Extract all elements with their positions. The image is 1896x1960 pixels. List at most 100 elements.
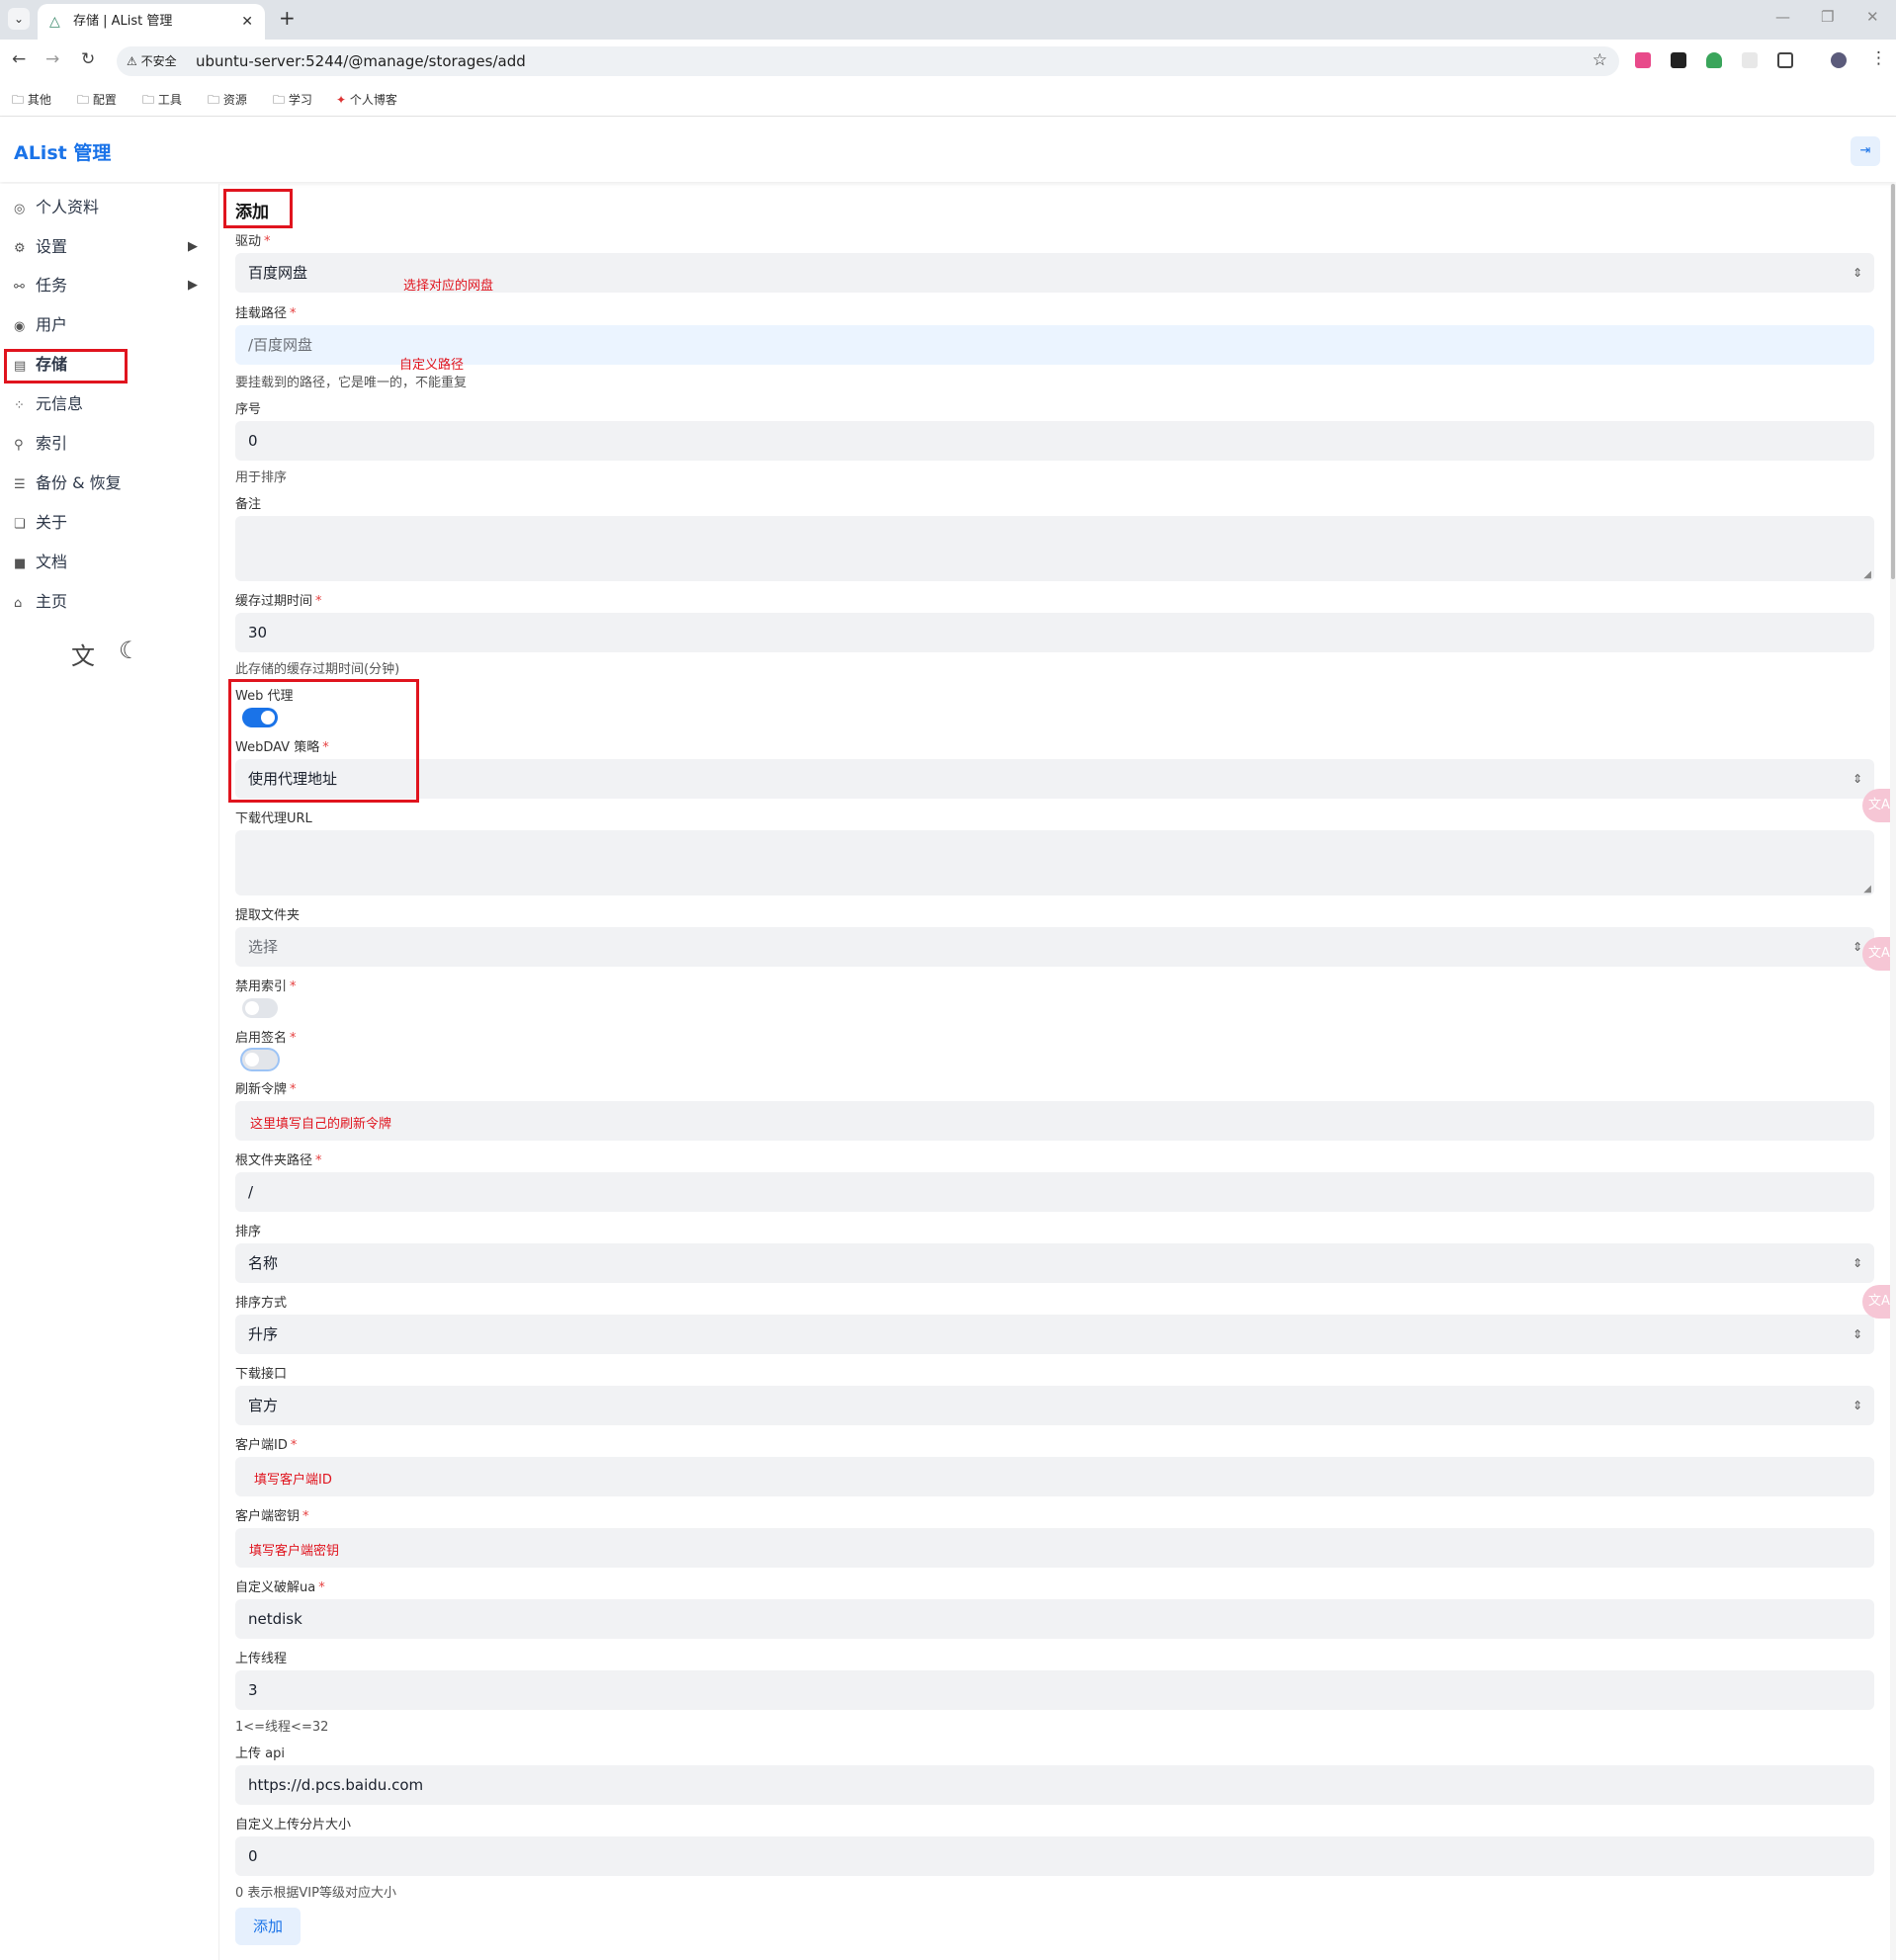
extension-icon[interactable] xyxy=(1635,52,1651,68)
close-window-icon[interactable]: ✕ xyxy=(1866,8,1879,26)
client-secret-input[interactable] xyxy=(235,1528,1874,1568)
download-api-select[interactable]: 官方 ⇕ xyxy=(235,1386,1874,1425)
order-by-select[interactable]: 名称 ⇕ xyxy=(235,1243,1874,1283)
upload-thread-input[interactable]: 3 xyxy=(235,1670,1874,1710)
resize-grip-icon[interactable]: ◢ xyxy=(1863,884,1871,895)
remark-textarea[interactable]: ◢ xyxy=(235,516,1874,581)
cache-expiration-label: 缓存过期时间 * xyxy=(235,594,322,609)
close-tab-icon[interactable]: ✕ xyxy=(241,4,253,40)
annotation-box xyxy=(228,679,419,803)
tab-search-dropdown[interactable]: ⌄ xyxy=(8,8,30,30)
mount-path-label: 挂载路径 * xyxy=(235,306,297,321)
profile-avatar[interactable] xyxy=(1831,52,1847,68)
tab-title: 存储 | AList 管理 xyxy=(73,14,173,29)
user-icon: ◉ xyxy=(14,319,26,334)
extension-icon[interactable] xyxy=(1742,52,1758,68)
sidebar-item-about[interactable]: ❏ 关于 xyxy=(14,508,67,538)
cache-expiration-help: 此存储的缓存过期时间(分钟) xyxy=(235,662,400,677)
client-secret-label: 客户端密钥 * xyxy=(235,1509,309,1524)
sidebar-item-profile[interactable]: ◎ 个人资料 xyxy=(14,193,99,222)
back-icon[interactable]: ← xyxy=(12,49,26,69)
bookmark-folder[interactable]: 🗀 资源 xyxy=(208,91,247,112)
sidebar-item-index[interactable]: ⚲ 索引 xyxy=(14,429,67,459)
reload-icon[interactable]: ↻ xyxy=(81,49,95,69)
alist-favicon-icon: △ xyxy=(49,14,60,30)
refresh-token-input[interactable] xyxy=(235,1101,1874,1141)
mount-path-input[interactable]: /百度网盘 xyxy=(235,325,1874,365)
meta-icon: ⁘ xyxy=(14,398,25,413)
page-scrollbar[interactable] xyxy=(1890,184,1896,1960)
add-button[interactable]: 添加 xyxy=(235,1908,301,1945)
dark-mode-moon-icon[interactable]: ☾ xyxy=(119,637,140,664)
sidebar-item-docs[interactable]: ■ 文档 xyxy=(14,548,67,577)
custom-chunk-size-input[interactable]: 0 xyxy=(235,1836,1874,1876)
sidebar-item-users[interactable]: ◉ 用户 xyxy=(14,310,67,340)
scrollbar-thumb[interactable] xyxy=(1891,184,1895,579)
download-proxy-url-textarea[interactable]: ◢ xyxy=(235,830,1874,895)
bookmark-blog[interactable]: ✦ 个人博客 xyxy=(336,91,397,108)
sidebar-item-home[interactable]: ⌂ 主页 xyxy=(14,587,67,617)
forward-icon[interactable]: → xyxy=(45,49,59,69)
annotation-text: 这里填写自己的刷新令牌 xyxy=(250,1117,392,1132)
search-icon: ⚲ xyxy=(14,438,24,453)
not-secure-badge[interactable]: ⚠ 不安全 xyxy=(127,52,177,69)
annotation-text: 自定义路径 xyxy=(399,358,465,373)
bookmark-folder[interactable]: 🗀 工具 xyxy=(142,91,182,112)
custom-ua-input[interactable]: netdisk xyxy=(235,1599,1874,1639)
extract-folder-select[interactable]: 选择 ⇕ xyxy=(235,927,1874,967)
book-icon: ■ xyxy=(14,556,27,571)
expand-arrow-icon: ▶ xyxy=(188,239,198,254)
remark-label: 备注 xyxy=(235,497,262,512)
upload-thread-help: 1<=线程<=32 xyxy=(235,1720,329,1735)
extensions-puzzle-icon[interactable] xyxy=(1777,52,1793,68)
tasks-icon: ⚯ xyxy=(14,280,25,295)
annotation-text: 选择对应的网盘 xyxy=(403,279,494,294)
menu-kebab-icon[interactable]: ⋮ xyxy=(1870,48,1887,68)
disable-index-toggle[interactable] xyxy=(242,998,278,1018)
minimize-icon[interactable]: — xyxy=(1775,8,1790,26)
extract-folder-label: 提取文件夹 xyxy=(235,908,301,923)
order-direction-label: 排序方式 xyxy=(235,1296,288,1311)
select-chevron-icon: ⇕ xyxy=(1852,772,1862,786)
upload-api-label: 上传 api xyxy=(235,1747,285,1761)
sidebar-item-tasks[interactable]: ⚯ 任务 ▶ xyxy=(14,271,198,300)
client-id-input[interactable] xyxy=(235,1457,1874,1496)
upload-thread-label: 上传线程 xyxy=(235,1652,288,1666)
sidebar-item-meta[interactable]: ⁘ 元信息 xyxy=(14,389,83,419)
bookmark-folder[interactable]: 🗀 其他 xyxy=(12,91,51,112)
cache-expiration-input[interactable]: 30 xyxy=(235,613,1874,652)
sidebar-item-settings[interactable]: ⚙ 设置 ▶ xyxy=(14,232,198,262)
enable-sign-label: 启用签名 * xyxy=(235,1031,297,1046)
shield-extension-icon[interactable] xyxy=(1706,52,1722,68)
order-direction-select[interactable]: 升序 ⇕ xyxy=(235,1315,1874,1354)
bookmark-folder[interactable]: 🗀 配置 xyxy=(77,91,117,112)
custom-ua-label: 自定义破解ua * xyxy=(235,1580,325,1595)
new-tab-button[interactable]: + xyxy=(279,6,296,30)
extension-icon[interactable] xyxy=(1671,52,1686,68)
restore-icon[interactable]: ❐ xyxy=(1821,8,1834,26)
language-icon[interactable]: 文 xyxy=(71,637,95,671)
upload-api-input[interactable]: https://d.pcs.baidu.com xyxy=(235,1765,1874,1805)
custom-chunk-size-label: 自定义上传分片大小 xyxy=(235,1818,352,1832)
root-folder-path-input[interactable]: / xyxy=(235,1172,1874,1212)
browser-tab[interactable]: △ 存储 | AList 管理 ✕ xyxy=(38,4,265,40)
fingerprint-icon: ◎ xyxy=(14,202,26,216)
copy-icon: ❏ xyxy=(14,517,26,532)
enable-sign-toggle[interactable] xyxy=(242,1050,278,1069)
client-id-label: 客户端ID * xyxy=(235,1438,298,1453)
order-help: 用于排序 xyxy=(235,470,288,485)
app-brand[interactable]: AList 管理 xyxy=(14,138,111,165)
select-chevron-icon: ⇕ xyxy=(1852,940,1862,954)
logout-button[interactable]: ⇥ xyxy=(1851,136,1880,166)
url-text[interactable]: ubuntu-server:5244/@manage/storages/add xyxy=(196,52,526,70)
sidebar-item-backup[interactable]: ☰ 备份 & 恢复 xyxy=(14,469,122,498)
gear-icon: ⚙ xyxy=(14,241,26,256)
resize-grip-icon[interactable]: ◢ xyxy=(1863,569,1871,580)
annotation-text: 填写客户端ID xyxy=(254,1473,332,1488)
order-input[interactable]: 0 xyxy=(235,421,1874,461)
home-icon: ⌂ xyxy=(14,596,23,611)
webdav-policy-select[interactable]: 使用代理地址 ⇕ xyxy=(235,759,1874,799)
bookmark-star-icon[interactable]: ☆ xyxy=(1593,50,1607,70)
address-bar[interactable]: ⚠ 不安全 ubuntu-server:5244/@manage/storage… xyxy=(117,46,1619,76)
bookmark-folder[interactable]: 🗀 学习 xyxy=(273,91,312,112)
